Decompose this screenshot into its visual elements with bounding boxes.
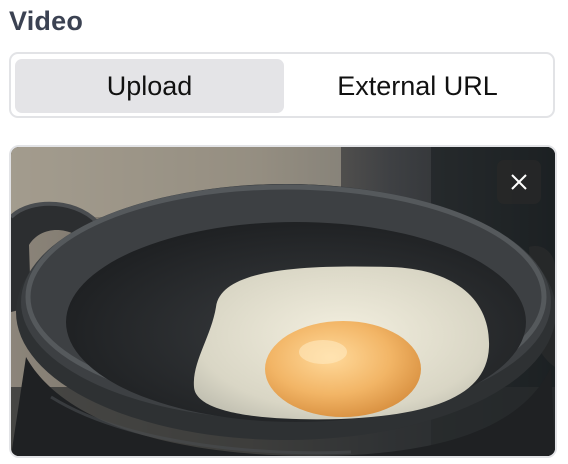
remove-video-button[interactable] <box>497 160 541 204</box>
video-preview[interactable] <box>9 145 557 458</box>
field-label: Video <box>9 6 84 36</box>
video-input-field: Video Upload External URL <box>0 0 568 464</box>
video-thumbnail <box>11 147 555 456</box>
tab-external-url[interactable]: External URL <box>283 59 552 113</box>
tab-upload[interactable]: Upload <box>15 59 284 113</box>
source-toggle: Upload External URL <box>9 52 555 118</box>
close-icon <box>511 174 527 190</box>
